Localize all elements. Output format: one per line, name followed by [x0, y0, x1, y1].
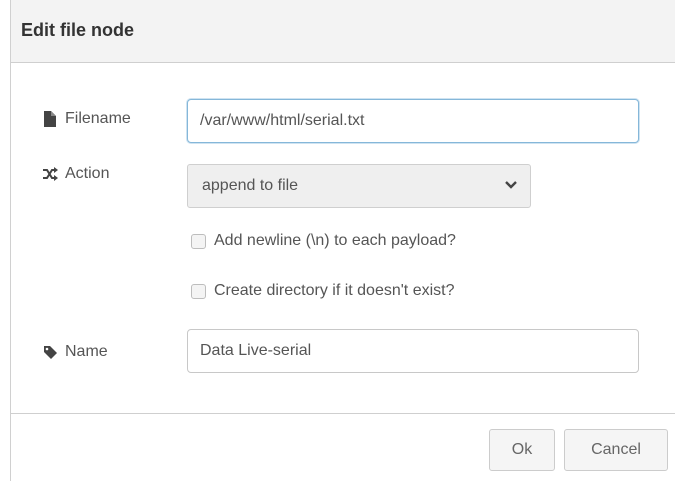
cancel-button-label: Cancel: [591, 441, 641, 458]
action-select[interactable]: append to file: [187, 164, 531, 208]
name-label: Name: [65, 343, 108, 360]
create-directory-checkbox[interactable]: [191, 283, 206, 299]
ok-button[interactable]: Ok: [489, 429, 555, 471]
create-directory-row: Create directory if it doesn't exist?: [191, 282, 455, 300]
action-label: Action: [65, 165, 110, 182]
dialog-title: Edit file node: [21, 20, 135, 40]
add-newline-row: Add newline (\n) to each payload?: [191, 232, 456, 250]
tag-icon: [41, 343, 59, 361]
footer-divider: [11, 413, 675, 414]
dialog-titlebar: Edit file node: [11, 0, 675, 63]
edit-file-node-dialog: Edit file node Filename Action append to…: [10, 0, 675, 481]
cancel-button[interactable]: Cancel: [564, 429, 668, 471]
action-label-row: Action: [41, 165, 109, 183]
name-input[interactable]: [187, 329, 639, 373]
add-newline-checkbox[interactable]: [191, 233, 206, 249]
add-newline-label: Add newline (\n) to each payload?: [214, 232, 456, 249]
filename-input[interactable]: [187, 99, 639, 143]
filename-label-row: Filename: [41, 110, 131, 128]
shuffle-icon: [41, 165, 59, 183]
action-select-value: append to file: [202, 177, 299, 194]
create-directory-label: Create directory if it doesn't exist?: [214, 282, 455, 299]
chevron-down-icon: [504, 178, 518, 197]
ok-button-label: Ok: [511, 441, 533, 458]
file-icon: [41, 110, 59, 128]
filename-label: Filename: [65, 110, 131, 127]
name-label-row: Name: [41, 343, 108, 361]
